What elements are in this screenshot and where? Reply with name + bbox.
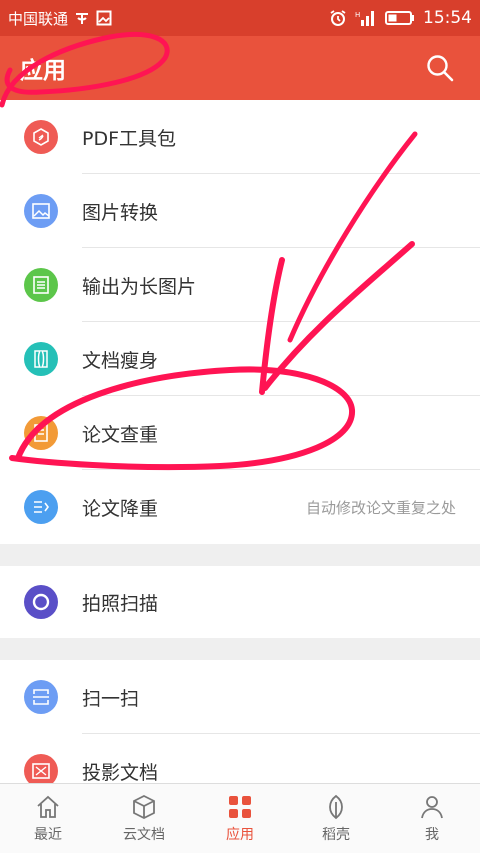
- search-button[interactable]: [420, 48, 460, 88]
- battery-icon: [385, 10, 415, 26]
- cube-icon: [133, 794, 155, 819]
- svg-text:H: H: [355, 11, 360, 19]
- signal-icon: H: [355, 10, 377, 26]
- pdf-icon: [24, 120, 58, 154]
- search-icon: [427, 55, 454, 82]
- list-item-label: 输出为长图片: [82, 275, 197, 298]
- list-item-slim-doc[interactable]: 文档瘦身: [0, 322, 480, 396]
- tab-apps[interactable]: 应用: [192, 784, 288, 853]
- list-item-label: 拍照扫描: [82, 592, 159, 615]
- tab-cloud-docs[interactable]: 云文档: [96, 784, 192, 853]
- apps-grid-icon: [229, 795, 251, 818]
- tab-label: 我: [425, 826, 439, 843]
- list-item-pdf-toolkit[interactable]: PDF工具包: [0, 100, 480, 174]
- home-icon: [37, 795, 59, 818]
- list-item-label: 扫一扫: [82, 687, 140, 710]
- list-item-image-convert[interactable]: 图片转换: [0, 174, 480, 248]
- long-image-icon: [24, 268, 58, 302]
- slim-doc-icon: [24, 342, 58, 376]
- list-item-label: 投影文档: [82, 761, 159, 784]
- list-item-label: 图片转换: [82, 201, 159, 224]
- image-convert-icon: [24, 194, 58, 228]
- misc-section: 扫一扫 投影文档: [0, 660, 480, 790]
- bottom-nav: 最近 云文档 应用 稻壳 我: [0, 783, 480, 853]
- list-item-long-image[interactable]: 输出为长图片: [0, 248, 480, 322]
- alarm-icon: [329, 9, 347, 27]
- tab-recent[interactable]: 最近: [0, 784, 96, 853]
- tools-section: PDF工具包 图片转换 输出为长图片 文档瘦身 论文查重 论文降重 自动修改论文…: [0, 100, 480, 544]
- list-item-label: 论文降重: [82, 497, 159, 520]
- tab-me[interactable]: 我: [384, 784, 480, 853]
- app-header: 应用: [0, 36, 480, 100]
- tab-docer[interactable]: 稻壳: [288, 784, 384, 853]
- wechat-icon: [74, 10, 90, 26]
- paper-check-icon: [24, 416, 58, 450]
- tab-label: 稻壳: [322, 826, 350, 843]
- leaf-icon: [329, 794, 343, 819]
- list-item-paper-check[interactable]: 论文查重: [0, 396, 480, 470]
- tab-label: 云文档: [123, 826, 165, 843]
- qr-scan-icon: [24, 680, 58, 714]
- list-item-hint: 自动修改论文重复之处: [305, 498, 456, 517]
- scan-camera-icon: [24, 585, 58, 619]
- list-item-photo-scan[interactable]: 拍照扫描: [0, 566, 480, 638]
- carrier-name: 中国联通: [8, 9, 69, 28]
- tab-label: 最近: [34, 826, 62, 843]
- page-title: 应用: [20, 58, 66, 84]
- list-item-label: PDF工具包: [82, 127, 177, 150]
- list-item-paper-reduce[interactable]: 论文降重 自动修改论文重复之处: [0, 470, 480, 544]
- scan-section: 拍照扫描: [0, 566, 480, 638]
- paper-reduce-icon: [24, 490, 58, 524]
- list-item-label: 文档瘦身: [82, 349, 159, 372]
- list-item-qr-scan[interactable]: 扫一扫: [0, 660, 480, 734]
- list-item-label: 论文查重: [82, 423, 159, 446]
- image-icon: [96, 10, 112, 26]
- person-icon: [421, 795, 443, 818]
- status-time: 15:54: [423, 8, 472, 28]
- tab-label: 应用: [226, 826, 254, 843]
- status-bar: 中国联通 H 15:54: [0, 0, 480, 36]
